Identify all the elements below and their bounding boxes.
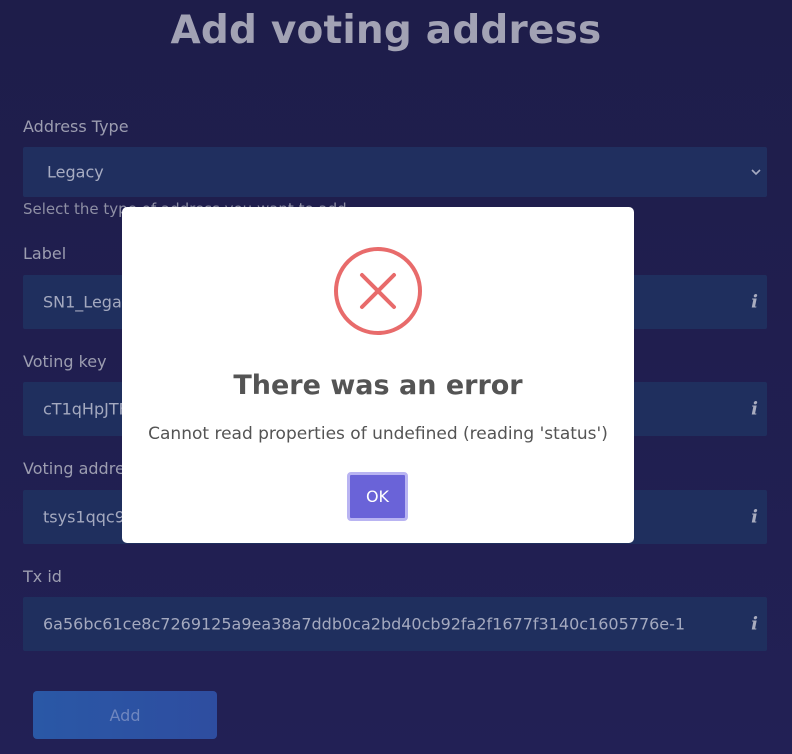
modal-overlay: There was an error Cannot read propertie…: [0, 0, 792, 754]
ok-button[interactable]: OK: [347, 472, 408, 521]
error-dialog: There was an error Cannot read propertie…: [122, 207, 634, 543]
dialog-message: Cannot read properties of undefined (rea…: [148, 424, 608, 444]
dialog-title: There was an error: [233, 370, 523, 401]
error-x-icon: [334, 247, 422, 335]
